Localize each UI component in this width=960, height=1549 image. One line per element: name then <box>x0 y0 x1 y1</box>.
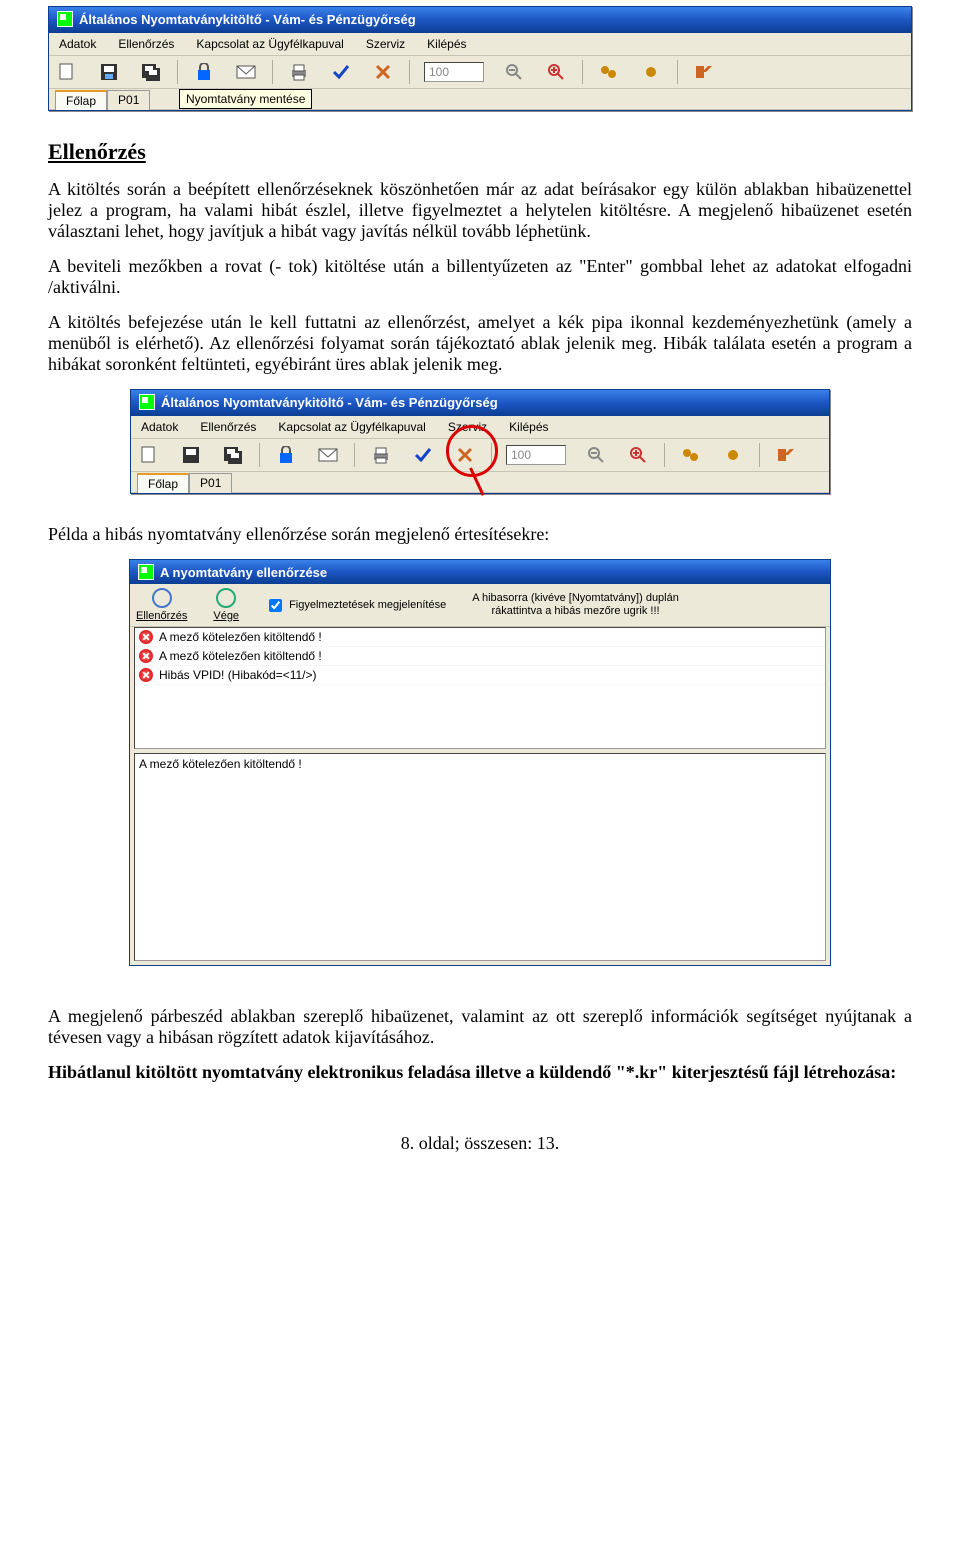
checkbox-label: Figyelmeztetések megjelenítése <box>289 599 446 611</box>
tab-folap[interactable]: Főlap <box>137 473 189 493</box>
error-text: A mező kötelezően kitöltendő ! <box>159 649 322 663</box>
section-heading: Ellenőrzés <box>48 139 912 165</box>
dialog-hint: A hibasorra (kivéve [Nyomtatvány]) duplá… <box>472 592 679 618</box>
window-title: Általános Nyomtatványkitöltő - Vám- és P… <box>161 395 498 410</box>
menu-kapcsolat[interactable]: Kapcsolat az Ügyfélkapuval <box>192 35 347 53</box>
end-button[interactable]: Vége <box>213 588 239 622</box>
para-2: A beviteli mezőkben a rovat (- tok) kitö… <box>48 256 912 298</box>
delete-icon[interactable] <box>371 60 395 84</box>
para-3: A kitöltés befejezése után le kell futta… <box>48 312 912 375</box>
zoom-in-icon[interactable] <box>544 60 568 84</box>
end-button-label: Vége <box>213 610 239 622</box>
error-text: Hibás VPID! (Hibakód=<11/>) <box>159 668 317 682</box>
tab-p01[interactable]: P01 <box>189 473 232 493</box>
app-icon <box>139 394 155 410</box>
error-dialog: A nyomtatvány ellenőrzése Ellenőrzés Vég… <box>129 559 831 966</box>
gears-icon[interactable] <box>597 60 621 84</box>
menu-kilepes[interactable]: Kilépés <box>423 35 470 53</box>
mail-icon[interactable] <box>316 443 340 467</box>
menu-bar: Adatok Ellenőrzés Kapcsolat az Ügyfélkap… <box>49 33 911 56</box>
zoom-input[interactable]: 100 <box>506 445 566 465</box>
error-icon <box>139 630 153 644</box>
menu-szerviz[interactable]: Szerviz <box>362 35 409 53</box>
saveall-icon[interactable] <box>221 443 245 467</box>
para-1: A kitöltés során a beépített ellenőrzése… <box>48 179 912 242</box>
save-icon[interactable] <box>179 443 203 467</box>
zoom-input[interactable]: 100 <box>424 62 484 82</box>
checkbox-input[interactable] <box>269 599 282 612</box>
page-footer: 8. oldal; összesen: 13. <box>48 1133 912 1154</box>
dialog-title-bar: A nyomtatvány ellenőrzése <box>130 560 830 584</box>
new-icon[interactable] <box>137 443 161 467</box>
save-icon[interactable] <box>97 60 121 84</box>
dialog-title: A nyomtatvány ellenőrzése <box>160 565 327 580</box>
error-list[interactable]: A mező kötelezően kitöltendő ! A mező kö… <box>134 627 826 749</box>
menu-szerviz[interactable]: Szerviz <box>444 418 491 436</box>
zoom-in-icon[interactable] <box>626 443 650 467</box>
window-title: Általános Nyomtatványkitöltő - Vám- és P… <box>79 12 416 27</box>
zoom-out-icon[interactable] <box>584 443 608 467</box>
app-icon <box>138 564 154 580</box>
error-icon <box>139 668 153 682</box>
menu-bar: Adatok Ellenőrzés Kapcsolat az Ügyfélkap… <box>131 416 829 439</box>
delete-icon[interactable] <box>453 443 477 467</box>
error-row[interactable]: A mező kötelezően kitöltendő ! <box>135 647 825 666</box>
para-6: Hibátlanul kitöltött nyomtatvány elektro… <box>48 1062 912 1083</box>
title-bar: Általános Nyomtatványkitöltő - Vám- és P… <box>131 390 829 416</box>
dialog-header: Ellenőrzés Vége Figyelmeztetések megjele… <box>130 584 830 627</box>
tab-strip: Főlap P01 <box>131 472 829 493</box>
menu-adatok[interactable]: Adatok <box>55 35 100 53</box>
menu-ellenorzes[interactable]: Ellenőrzés <box>114 35 178 53</box>
menu-kilepes[interactable]: Kilépés <box>505 418 552 436</box>
tooltip-save: Nyomtatvány mentése <box>179 89 312 109</box>
tab-folap[interactable]: Főlap <box>55 90 107 110</box>
toolbar: 100 <box>49 56 911 89</box>
para-4: Példa a hibás nyomtatvány ellenőrzése so… <box>48 524 912 545</box>
mail-icon[interactable] <box>234 60 258 84</box>
exit-icon[interactable] <box>774 443 798 467</box>
menu-ellenorzes[interactable]: Ellenőrzés <box>196 418 260 436</box>
toolbar: 100 <box>131 439 829 472</box>
zoom-out-icon[interactable] <box>502 60 526 84</box>
gear-single-icon[interactable] <box>639 60 663 84</box>
app-window-1: Általános Nyomtatványkitöltő - Vám- és P… <box>48 6 912 111</box>
new-icon[interactable] <box>55 60 79 84</box>
menu-adatok[interactable]: Adatok <box>137 418 182 436</box>
menu-kapcsolat[interactable]: Kapcsolat az Ügyfélkapuval <box>274 418 429 436</box>
title-bar: Általános Nyomtatványkitöltő - Vám- és P… <box>49 7 911 33</box>
gear-single-icon[interactable] <box>721 443 745 467</box>
error-text: A mező kötelezően kitöltendő ! <box>159 630 322 644</box>
print-icon[interactable] <box>369 443 393 467</box>
error-icon <box>139 649 153 663</box>
check-icon[interactable] <box>329 60 353 84</box>
print-icon[interactable] <box>287 60 311 84</box>
gears-icon[interactable] <box>679 443 703 467</box>
lock-icon[interactable] <box>192 60 216 84</box>
error-row[interactable]: Hibás VPID! (Hibakód=<11/>) <box>135 666 825 685</box>
check-button[interactable]: Ellenőrzés <box>136 588 187 622</box>
para-5: A megjelenő párbeszéd ablakban szereplő … <box>48 1006 912 1048</box>
check-button-label: Ellenőrzés <box>136 610 187 622</box>
app-icon <box>57 11 73 27</box>
show-warnings-checkbox[interactable]: Figyelmeztetések megjelenítése <box>265 596 446 615</box>
app-window-2: Általános Nyomtatványkitöltő - Vám- és P… <box>130 389 830 494</box>
saveall-icon[interactable] <box>139 60 163 84</box>
exit-icon[interactable] <box>692 60 716 84</box>
error-row[interactable]: A mező kötelezően kitöltendő ! <box>135 628 825 647</box>
tab-p01[interactable]: P01 <box>107 90 150 110</box>
lock-icon[interactable] <box>274 443 298 467</box>
tab-strip: Főlap P01 Nyomtatvány mentése <box>49 89 911 110</box>
error-detail: A mező kötelezően kitöltendő ! <box>134 753 826 961</box>
check-icon[interactable] <box>411 443 435 467</box>
